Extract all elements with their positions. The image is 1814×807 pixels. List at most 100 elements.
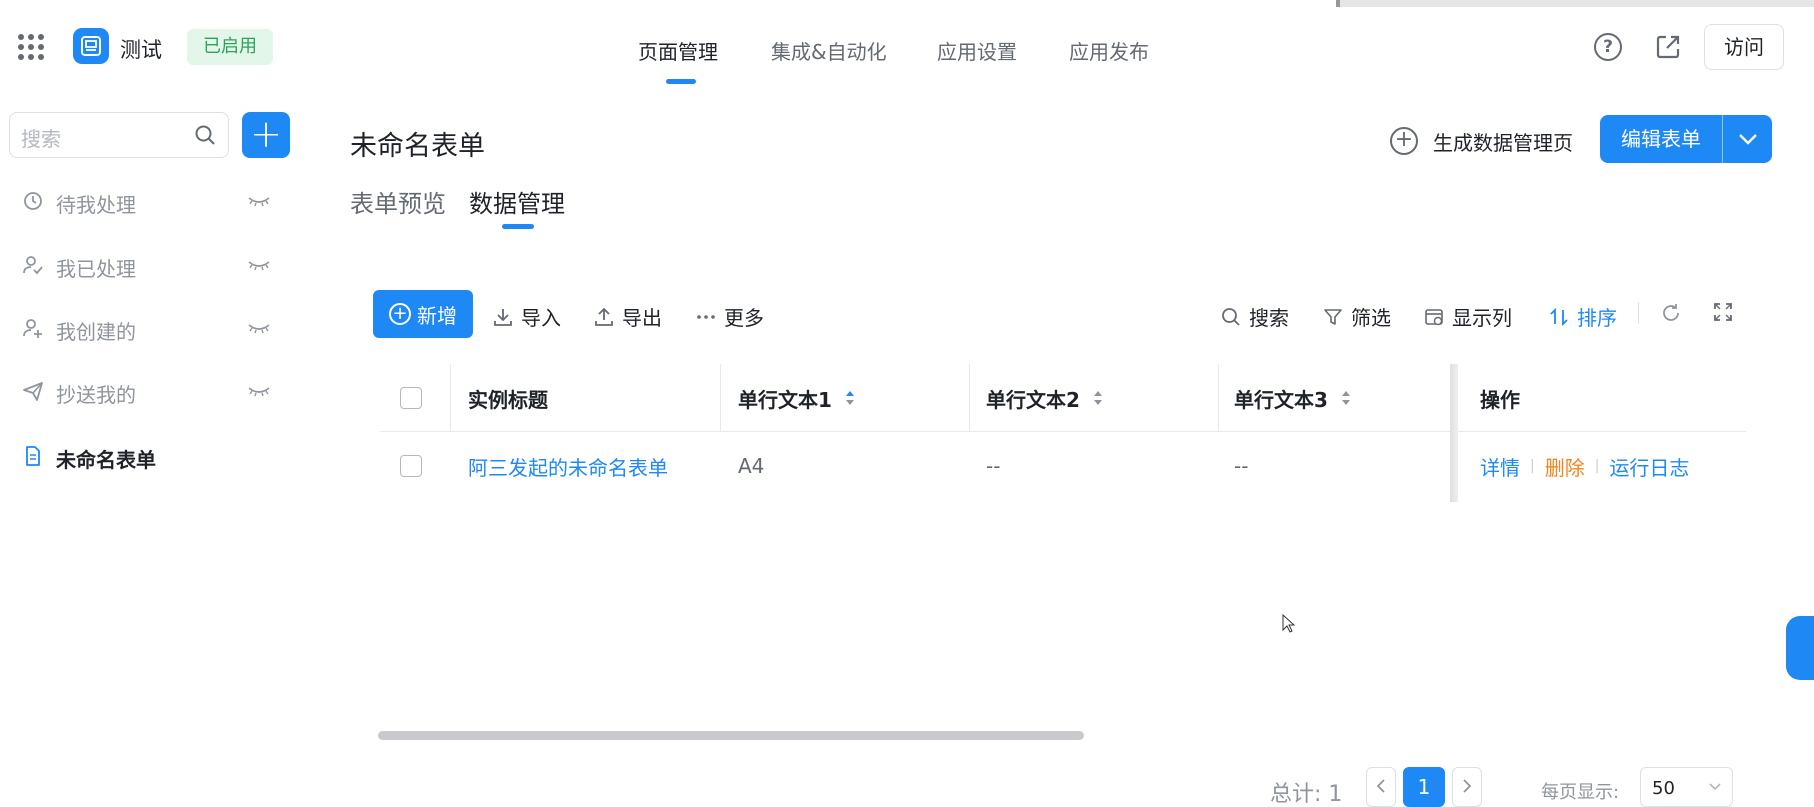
prev-page-button[interactable] [1366, 767, 1396, 807]
help-icon[interactable]: ? [1594, 33, 1622, 61]
fullscreen-button[interactable] [1713, 302, 1741, 322]
clock-icon [24, 192, 42, 210]
edit-form-button-group: 编辑表单 [1600, 115, 1772, 163]
external-link-icon[interactable] [1654, 33, 1682, 61]
detail-link[interactable]: 详情 [1480, 452, 1520, 481]
search-icon [195, 125, 215, 145]
chevron-left-icon [1376, 779, 1385, 793]
nav-page-management[interactable]: 页面管理 [638, 36, 718, 65]
search-placeholder: 搜索 [21, 127, 61, 151]
more-label: 更多 [724, 306, 764, 330]
fullscreen-icon [1714, 303, 1732, 321]
refresh-icon [1663, 304, 1679, 321]
search-label: 搜索 [1249, 306, 1289, 330]
import-button[interactable]: 导入 [493, 302, 561, 331]
columns-button[interactable]: 显示列 [1424, 302, 1512, 331]
generate-data-page-label: 生成数据管理页 [1433, 130, 1573, 155]
tab-data-management[interactable]: 数据管理 [469, 184, 565, 219]
table-header-row: 实例标题 单行文本1 单行文本2 单行文本3 操作 [380, 364, 1746, 432]
sidebar-item-pending[interactable]: 待我处理 [22, 186, 282, 217]
send-icon [23, 382, 43, 401]
sidebar-item-label: 抄送我的 [56, 383, 136, 407]
app-name: 测试 [120, 38, 162, 62]
download-icon [494, 308, 512, 326]
status-badge: 已启用 [187, 29, 273, 65]
plus-circle-icon: + [389, 303, 411, 325]
horizontal-scrollbar[interactable] [378, 731, 1084, 740]
row-title-link[interactable]: 阿三发起的未命名表单 [468, 432, 668, 500]
sort-caret-icon[interactable] [1092, 388, 1104, 408]
document-icon [26, 446, 40, 466]
column-header-label: 单行文本2 [986, 387, 1080, 412]
columns-icon [1425, 308, 1443, 325]
sidebar-item-cc[interactable]: 抄送我的 [22, 376, 282, 407]
add-page-button[interactable]: + [242, 112, 290, 158]
row-text3: -- [1234, 454, 1249, 478]
floating-assistant-button[interactable] [1786, 616, 1814, 680]
eye-closed-icon[interactable] [248, 321, 270, 335]
nav-active-indicator [666, 79, 696, 84]
sidebar-search-input[interactable]: 搜索 [9, 112, 229, 158]
refresh-button[interactable] [1660, 302, 1690, 324]
eye-closed-icon[interactable] [248, 258, 270, 272]
sort-label: 排序 [1577, 306, 1617, 330]
per-page-value: 50 [1652, 778, 1675, 799]
chevron-down-icon [1738, 134, 1757, 145]
column-header-text2[interactable]: 单行文本2 [986, 364, 1104, 432]
column-header-title: 实例标题 [468, 387, 548, 412]
row-text1: A4 [738, 454, 765, 478]
select-all-checkbox[interactable] [400, 364, 422, 432]
sort-caret-icon[interactable] [1340, 388, 1352, 408]
column-divider [969, 364, 970, 432]
column-header-actions: 操作 [1480, 387, 1520, 412]
filter-icon [1324, 308, 1342, 325]
row-actions: 详情 | 删除 | 运行日志 [1480, 432, 1689, 500]
nav-app-publish[interactable]: 应用发布 [1069, 36, 1149, 65]
nav-integration-automation[interactable]: 集成&自动化 [771, 36, 887, 65]
user-check-icon [23, 256, 43, 275]
per-page-select[interactable]: 50 [1640, 767, 1733, 807]
column-divider [720, 364, 721, 432]
eye-closed-icon[interactable] [248, 384, 270, 398]
action-separator: | [1530, 458, 1535, 474]
generate-data-page-button[interactable]: + 生成数据管理页 [1390, 124, 1573, 158]
sidebar-item-created[interactable]: 我创建的 [22, 313, 282, 344]
sidebar-item-label: 待我处理 [56, 193, 136, 217]
row-text2: -- [986, 454, 1001, 478]
tab-form-preview[interactable]: 表单预览 [350, 184, 446, 219]
action-separator: | [1594, 458, 1600, 474]
edit-form-dropdown-button[interactable] [1723, 115, 1772, 163]
visit-button[interactable]: 访问 [1704, 24, 1784, 70]
sidebar-item-processed[interactable]: 我已处理 [22, 250, 282, 281]
sidebar-item-unnamed-form[interactable]: 未命名表单 [22, 441, 282, 472]
sidebar-item-label: 未命名表单 [56, 448, 156, 472]
next-page-button[interactable] [1452, 767, 1482, 807]
columns-label: 显示列 [1452, 306, 1512, 330]
sort-icon [1550, 307, 1568, 326]
column-header-label: 单行文本1 [738, 387, 832, 412]
sort-button[interactable]: 排序 [1549, 302, 1617, 331]
page-number-current[interactable]: 1 [1403, 767, 1445, 807]
import-label: 导入 [521, 306, 561, 330]
new-record-label: 新增 [417, 303, 457, 328]
filter-button[interactable]: 筛选 [1323, 302, 1391, 331]
apps-grid-icon[interactable] [18, 34, 44, 60]
run-log-link[interactable]: 运行日志 [1609, 452, 1689, 481]
column-header-text3[interactable]: 单行文本3 [1234, 364, 1352, 432]
sort-caret-icon[interactable] [844, 388, 856, 408]
column-header-label: 单行文本3 [1234, 387, 1328, 412]
column-header-text1[interactable]: 单行文本1 [738, 364, 856, 432]
nav-app-settings[interactable]: 应用设置 [937, 36, 1017, 65]
table-search-button[interactable]: 搜索 [1221, 302, 1289, 331]
row-checkbox[interactable] [400, 432, 422, 500]
filter-label: 筛选 [1351, 306, 1391, 330]
export-label: 导出 [622, 306, 662, 330]
eye-closed-icon[interactable] [248, 194, 270, 208]
export-button[interactable]: 导出 [594, 302, 662, 331]
new-record-button[interactable]: + 新增 [373, 290, 473, 338]
more-button[interactable]: 更多 [696, 302, 764, 331]
delete-link[interactable]: 删除 [1545, 452, 1585, 481]
column-divider [1218, 364, 1219, 432]
edit-form-button[interactable]: 编辑表单 [1600, 115, 1722, 163]
toolbar-divider [1638, 302, 1639, 324]
